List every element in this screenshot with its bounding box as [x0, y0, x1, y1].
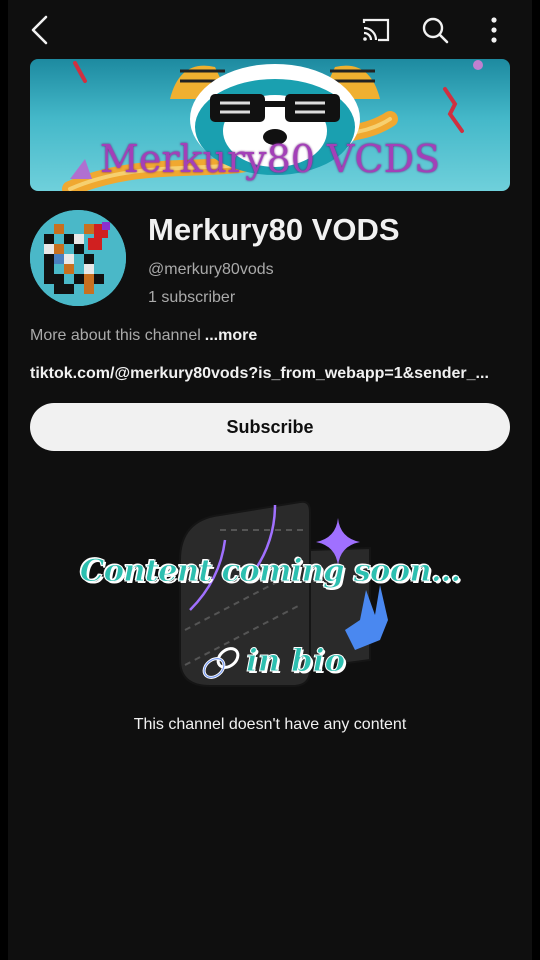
- channel-banner: Merkury80 VCDS: [30, 59, 510, 191]
- channel-handle: @merkury80vods: [148, 261, 274, 278]
- subscriber-count: 1 subscriber: [148, 289, 236, 306]
- banner-title: Merkury80 VCDS: [99, 137, 441, 181]
- channel-page: Merkury80 VCDS Merkury80 VODS @merkury80…: [8, 0, 532, 960]
- top-app-bar: [8, 0, 532, 60]
- cast-icon[interactable]: [354, 8, 398, 52]
- more-vertical-icon[interactable]: [472, 8, 516, 52]
- about-text: More about this channel: [30, 327, 201, 344]
- avatar[interactable]: [30, 210, 126, 306]
- search-icon[interactable]: [413, 8, 457, 52]
- empty-state-graphic-title: Content coming soon...: [79, 553, 461, 590]
- avatar-art: [30, 210, 126, 306]
- subscribe-button[interactable]: Subscribe: [30, 403, 510, 451]
- back-arrow-icon[interactable]: [18, 8, 62, 52]
- channel-name: Merkury80 VODS: [148, 212, 400, 247]
- link-chain-icon: [202, 647, 240, 679]
- channel-description[interactable]: More about this channel ...more: [30, 327, 257, 345]
- more-link[interactable]: ...more: [205, 327, 257, 344]
- empty-state-message: This channel doesn't have any content: [133, 716, 407, 733]
- channel-link[interactable]: tiktok.com/@merkury80vods?is_from_webapp…: [30, 365, 512, 383]
- empty-state-graphic-subtitle: in bio: [245, 643, 346, 680]
